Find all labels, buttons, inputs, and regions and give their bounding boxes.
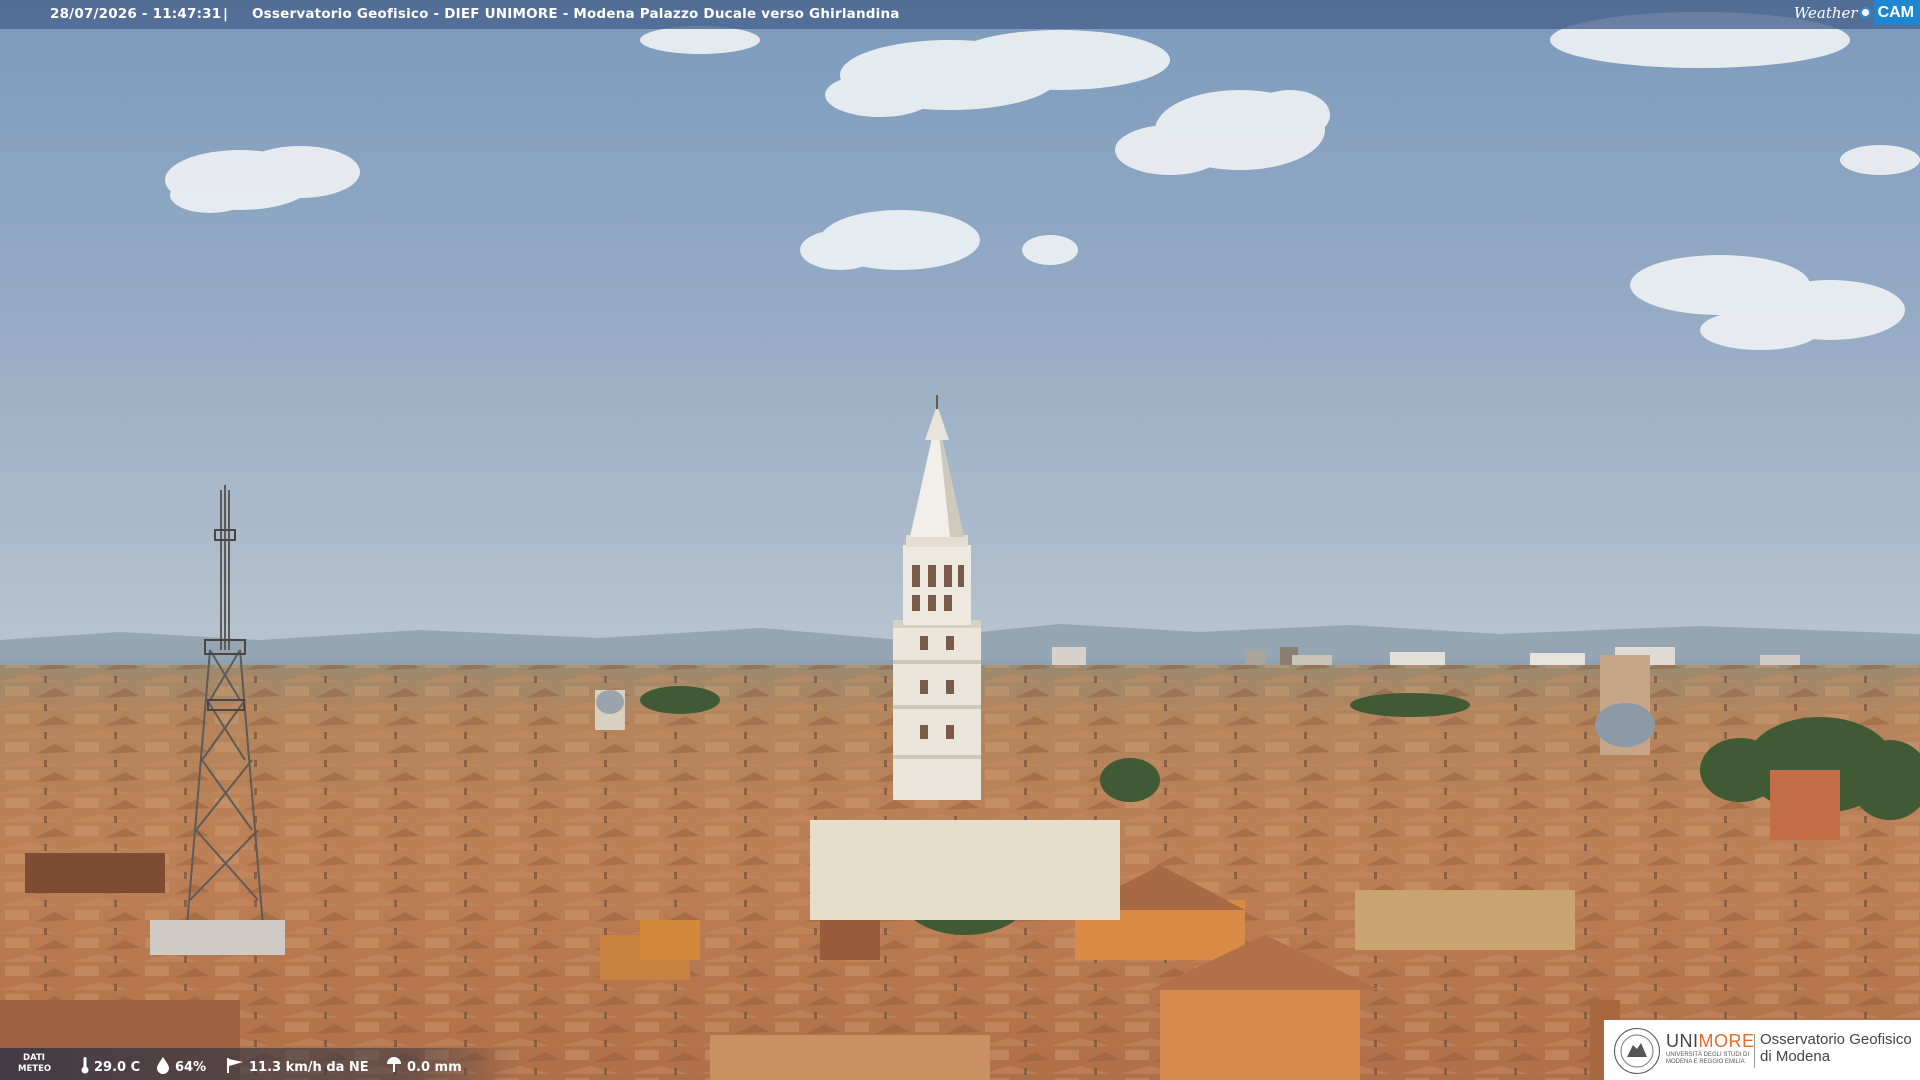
wind-reading: 11.3 km/h da NE — [225, 1056, 369, 1078]
rain-gauge-icon — [385, 1056, 403, 1078]
thermometer-icon — [80, 1056, 90, 1078]
brand-weather-text: Weather — [1793, 3, 1858, 22]
humidity-reading: 64% — [155, 1056, 206, 1078]
university-name: UNIVERSITÀ DEGLI STUDI DI MODENA E REGGI… — [1666, 1052, 1750, 1065]
weather-data-label: DATI METEO — [18, 1053, 52, 1074]
top-info-bar: 28/07/2026 - 11:47:31 | Osservatorio Geo… — [0, 0, 1920, 29]
university-seal-icon — [1614, 1028, 1660, 1074]
wind-flag-icon — [225, 1056, 245, 1078]
unimore-wordmark: UNIMORE — [1666, 1031, 1755, 1051]
brand-dot-icon — [1859, 7, 1871, 18]
timestamp: 28/07/2026 - 11:47:31 — [50, 6, 222, 22]
unimore-logo: UNIMORE UNIVERSITÀ DEGLI STUDI DI MODENA… — [1604, 1020, 1920, 1080]
logo-divider — [1754, 1034, 1755, 1068]
webcam-scene — [0, 0, 1920, 1080]
temperature-reading: 29.0 C — [80, 1056, 140, 1078]
observatory-name: Osservatorio Geofisico di Modena — [1760, 1031, 1912, 1065]
weather-data-bar: DATI METEO 29.0 C 64% 11.3 km/h da NE 0.… — [0, 1048, 520, 1080]
separator: | — [223, 6, 229, 22]
mast-base — [150, 920, 285, 955]
rain-reading: 0.0 mm — [385, 1056, 462, 1078]
weathercam-brand: Weather CAM — [1794, 0, 1920, 25]
brand-cam-text: CAM — [1873, 0, 1920, 25]
humidity-drop-icon — [155, 1056, 171, 1078]
camera-title: Osservatorio Geofisico - DIEF UNIMORE - … — [252, 6, 900, 22]
